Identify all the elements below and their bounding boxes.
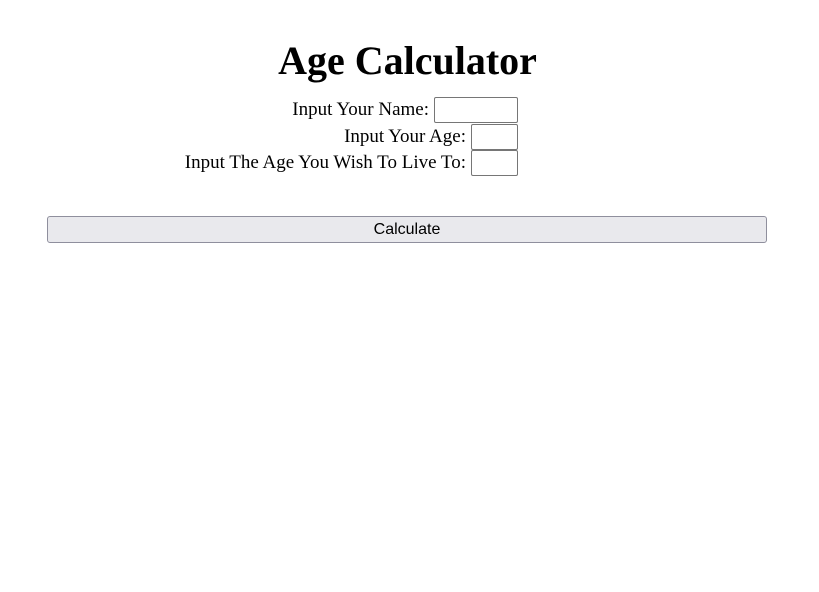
page-title: Age Calculator [278, 38, 537, 83]
age-label: Input Your Age: [344, 126, 466, 147]
calculate-button[interactable]: Calculate [47, 216, 767, 243]
age-input[interactable] [471, 124, 518, 150]
name-label: Input Your Name: [292, 99, 429, 120]
target-age-input[interactable] [471, 150, 518, 176]
name-input[interactable] [434, 97, 518, 123]
name-row: Input Your Name: [292, 97, 518, 123]
target-age-label: Input The Age You Wish To Live To: [184, 152, 466, 173]
age-row: Input Your Age: [344, 124, 518, 150]
target-age-row: Input The Age You Wish To Live To: [185, 150, 518, 176]
